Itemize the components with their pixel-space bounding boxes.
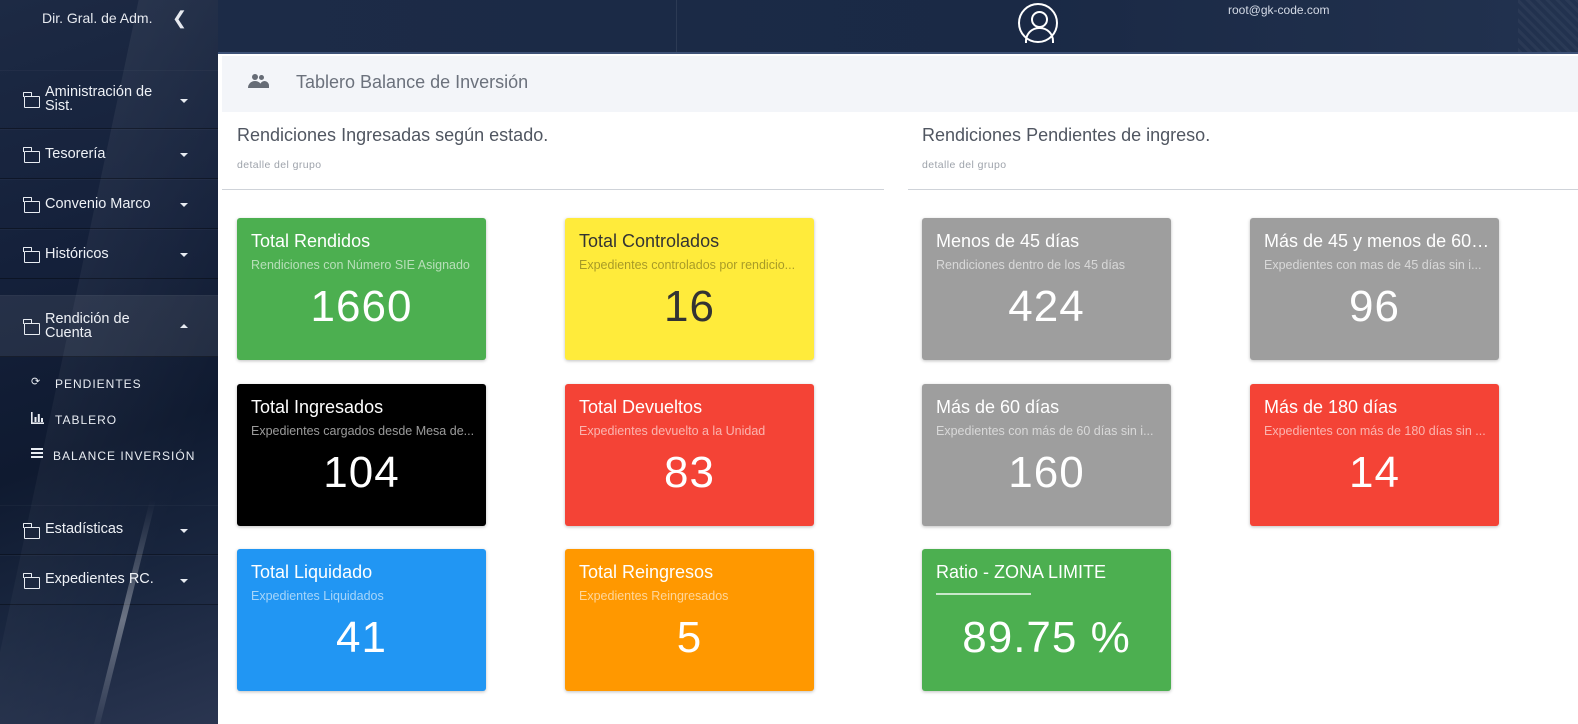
card-total-controlados[interactable]: Total Controlados Expedientes controlado… bbox=[565, 218, 814, 360]
card-value: 104 bbox=[323, 448, 400, 497]
card-title: Total Rendidos bbox=[251, 231, 371, 251]
sidebar-subitem-tablero[interactable]: TABLERO bbox=[0, 405, 218, 433]
chevron-down-icon bbox=[180, 203, 188, 207]
sidebar-subitem-label: PENDIENTES bbox=[55, 377, 142, 391]
card-value: 89.75 % bbox=[962, 613, 1131, 662]
divider bbox=[908, 189, 1578, 190]
card-value: 83 bbox=[664, 448, 715, 497]
card-subtitle: Expedientes Liquidados bbox=[251, 589, 384, 603]
collapse-sidebar-icon[interactable]: ❮ bbox=[172, 8, 187, 29]
card-total-reingresos[interactable]: Total Reingresos Expedientes Reingresado… bbox=[565, 549, 814, 691]
sidebar-item-label: Rendición de Cuenta bbox=[45, 311, 130, 341]
sidebar-item-estadisticas[interactable]: Estadísticas bbox=[0, 505, 218, 555]
folder-icon bbox=[23, 247, 40, 263]
sidebar-item-label: Históricos bbox=[45, 246, 109, 262]
sidebar-item-label: Tesorería bbox=[45, 146, 106, 162]
chevron-down-icon bbox=[180, 99, 188, 103]
card-title: Ratio - ZONA LIMITE bbox=[936, 562, 1107, 582]
brand-label: Dir. Gral. de Adm. bbox=[42, 10, 153, 26]
bar-chart-icon bbox=[31, 412, 45, 424]
card-title: Menos de 45 días bbox=[936, 231, 1080, 251]
sidebar-header: Dir. Gral. de Adm. ❮ bbox=[0, 0, 218, 38]
card-subtitle: Expedientes con más de 60 días sin i... bbox=[936, 424, 1154, 438]
card-subtitle: Expedientes con mas de 45 días sin i... bbox=[1264, 258, 1482, 272]
card-title: Total Controlados bbox=[579, 231, 720, 251]
chevron-down-icon bbox=[180, 253, 188, 257]
card-menos-45-dias[interactable]: Menos de 45 días Rendiciones dentro de l… bbox=[922, 218, 1171, 360]
card-subtitle: Expedientes controlados por rendicio... bbox=[579, 258, 796, 272]
card-subtitle: Expedientes cargados desde Mesa de... bbox=[251, 424, 475, 438]
chevron-down-icon bbox=[180, 529, 188, 533]
card-ratio-zona-limite[interactable]: Ratio - ZONA LIMITE 89.75 % bbox=[922, 549, 1171, 691]
sidebar-item-administracion[interactable]: Aministración de Sist. bbox=[0, 70, 218, 129]
card-total-devueltos[interactable]: Total Devueltos Expedientes devuelto a l… bbox=[565, 384, 814, 526]
chevron-up-icon bbox=[180, 324, 188, 328]
user-email[interactable]: root@gk-code.com bbox=[1228, 3, 1330, 17]
card-value: 14 bbox=[1349, 448, 1400, 497]
card-title: Total Devueltos bbox=[579, 397, 703, 417]
sidebar-subitem-pendientes[interactable]: ⟳ PENDIENTES bbox=[0, 369, 218, 397]
sidebar-subitem-label: TABLERO bbox=[55, 413, 118, 427]
history-icon: ⟳ bbox=[31, 376, 42, 388]
sidebar-subitem-label: BALANCE INVERSIÓN bbox=[53, 449, 196, 463]
card-subtitle: Rendiciones con Número SIE Asignado bbox=[251, 258, 470, 272]
folder-icon bbox=[23, 319, 40, 335]
card-value: 5 bbox=[676, 613, 703, 662]
card-value: 1660 bbox=[310, 282, 413, 331]
card-title: Más de 60 días bbox=[936, 397, 1060, 417]
chevron-down-icon bbox=[180, 153, 188, 157]
sidebar: Dir. Gral. de Adm. ❮ Aministración de Sis… bbox=[0, 0, 218, 724]
sidebar-item-label: Expedientes RC. bbox=[45, 571, 154, 587]
card-value: 424 bbox=[1008, 282, 1085, 331]
divider bbox=[676, 0, 677, 52]
card-title: Total Liquidado bbox=[251, 562, 373, 582]
top-bar: root@gk-code.com bbox=[218, 0, 1578, 54]
card-title: Total Reingresos bbox=[579, 562, 714, 582]
sidebar-item-expedientes-rc[interactable]: Expedientes RC. bbox=[0, 555, 218, 605]
card-value: 41 bbox=[336, 613, 387, 662]
user-avatar-icon[interactable] bbox=[1018, 3, 1058, 43]
card-total-ingresados[interactable]: Total Ingresados Expedientes cargados de… bbox=[237, 384, 486, 526]
card-mas-180-dias[interactable]: Más de 180 días Expedientes con más de 1… bbox=[1250, 384, 1499, 526]
card-value: 16 bbox=[664, 282, 715, 331]
divider bbox=[936, 593, 1031, 595]
card-subtitle: Expedientes Reingresados bbox=[579, 589, 729, 603]
card-total-rendidos[interactable]: Total Rendidos Rendiciones con Número SI… bbox=[237, 218, 486, 360]
card-mas-45-menos-60-dias[interactable]: Más de 45 y menos de 60 ... Expedientes … bbox=[1250, 218, 1499, 360]
section-subtitle-pendientes: detalle del grupo bbox=[922, 159, 1007, 171]
sidebar-item-label: Estadísticas bbox=[45, 521, 124, 537]
card-total-liquidado[interactable]: Total Liquidado Expedientes Liquidados 4… bbox=[237, 549, 486, 691]
card-subtitle: Rendiciones dentro de los 45 días bbox=[936, 258, 1126, 272]
group-icon bbox=[248, 74, 269, 88]
section-title-pendientes: Rendiciones Pendientes de ingreso. bbox=[922, 125, 1211, 145]
card-title: Más de 180 días bbox=[1264, 397, 1398, 417]
card-title: Más de 45 y menos de 60 ... bbox=[1264, 231, 1490, 251]
sidebar-item-convenio-marco[interactable]: Convenio Marco bbox=[0, 179, 218, 229]
folder-icon bbox=[23, 147, 40, 163]
section-title-ingresadas: Rendiciones Ingresadas según estado. bbox=[237, 125, 549, 145]
divider bbox=[222, 189, 884, 190]
page-header: Tablero Balance de Inversión bbox=[222, 56, 1578, 112]
card-title: Total Ingresados bbox=[251, 397, 384, 417]
sidebar-subitem-balance-inversion[interactable]: BALANCE INVERSIÓN bbox=[0, 441, 218, 469]
card-subtitle: Expedientes con más de 180 días sin ... bbox=[1264, 424, 1486, 438]
folder-icon bbox=[23, 523, 40, 539]
sidebar-item-label: Aministración de Sist. bbox=[45, 84, 153, 114]
card-value: 160 bbox=[1008, 448, 1085, 497]
folder-icon bbox=[23, 197, 40, 213]
card-value: 96 bbox=[1349, 282, 1400, 331]
chevron-down-icon bbox=[180, 579, 188, 583]
page-title: Tablero Balance de Inversión bbox=[296, 72, 529, 92]
decorative-pattern bbox=[1518, 0, 1578, 52]
sidebar-item-tesoreria[interactable]: Tesorería bbox=[0, 129, 218, 179]
sidebar-item-historicos[interactable]: Históricos bbox=[0, 229, 218, 279]
folder-icon bbox=[23, 573, 40, 589]
card-mas-60-dias[interactable]: Más de 60 días Expedientes con más de 60… bbox=[922, 384, 1171, 526]
sidebar-item-rendicion-de-cuenta[interactable]: Rendición de Cuenta bbox=[0, 295, 218, 357]
list-icon bbox=[31, 448, 45, 460]
folder-icon bbox=[23, 92, 40, 108]
sidebar-item-label: Convenio Marco bbox=[45, 196, 151, 212]
section-subtitle-ingresadas: detalle del grupo bbox=[237, 159, 322, 171]
card-subtitle: Expedientes devuelto a la Unidad bbox=[579, 424, 766, 438]
